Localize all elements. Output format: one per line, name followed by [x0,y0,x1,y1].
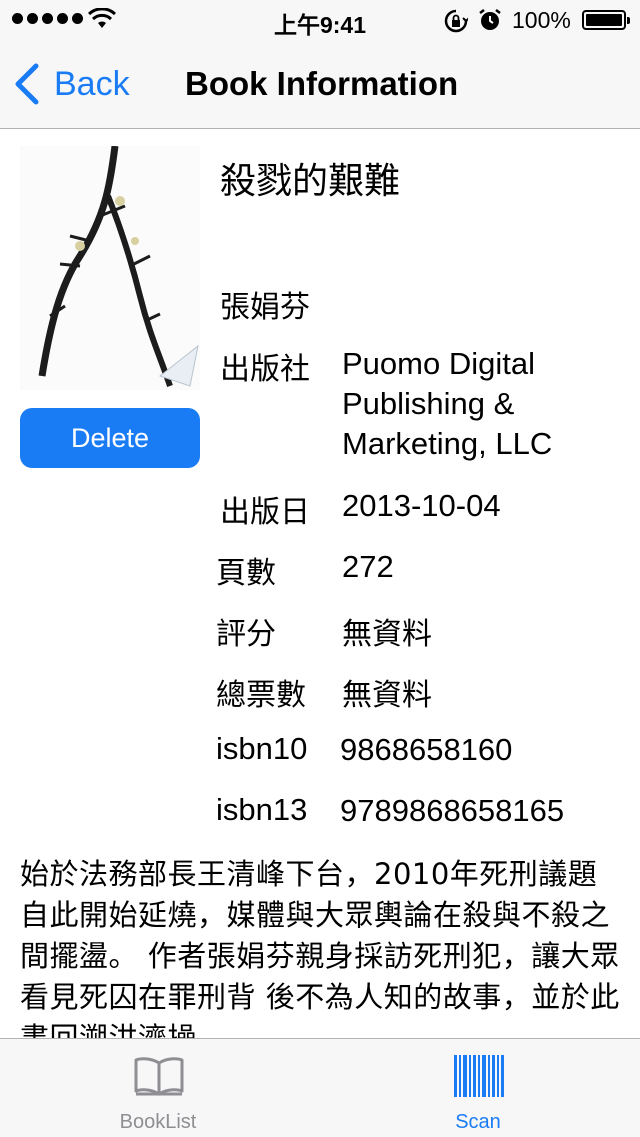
rotation-lock-icon [444,9,468,33]
publisher-label: 出版社 [220,352,310,387]
battery-percent: 100% [512,7,571,33]
tab-scan-label: Scan [455,1111,501,1133]
book-icon [134,1057,184,1096]
rating-value: 無資料 [342,617,432,652]
votes-label: 總票數 [216,678,306,713]
status-bar: 上午9:41 100% [0,0,640,40]
isbn10-label: isbn10 [216,731,308,766]
publish-date-value: 2013-10-04 [342,488,501,523]
isbn13-label: isbn13 [216,792,308,827]
rating-label: 評分 [216,617,276,652]
delete-button[interactable]: Delete [20,408,200,468]
tab-bar: BookList Scan [0,1038,640,1137]
votes-value: 無資料 [342,678,432,713]
publish-date-label: 出版日 [220,495,310,530]
pages-value: 272 [342,549,394,584]
tab-booklist-label: BookList [119,1111,197,1133]
back-button[interactable]: Back [14,62,130,106]
isbn10-value: 9868658160 [340,732,513,767]
navigation-bar: Back Book Information [0,40,640,129]
chevron-left-icon [15,63,39,105]
page-title: Book Information [185,65,459,102]
book-cover-image [20,146,200,390]
pages-label: 頁數 [216,556,276,591]
book-title: 殺戮的艱難 [220,161,401,202]
tab-scan[interactable]: Scan [398,1039,558,1137]
book-description: 始於法務部長王清峰下台，2010年死刑議題自此開始延燒，媒體與大眾輿論在殺與不殺… [20,857,620,1055]
back-button-label: Back [54,64,130,103]
book-author: 張娟芬 [220,290,310,325]
barcode-icon [454,1055,504,1097]
publisher-value: Puomo Digital Publishing & Marketing, LL… [342,346,553,461]
battery-icon [582,10,630,30]
tab-booklist[interactable]: BookList [78,1039,238,1137]
isbn13-value: 9789868658165 [340,793,565,828]
alarm-icon [479,9,501,30]
